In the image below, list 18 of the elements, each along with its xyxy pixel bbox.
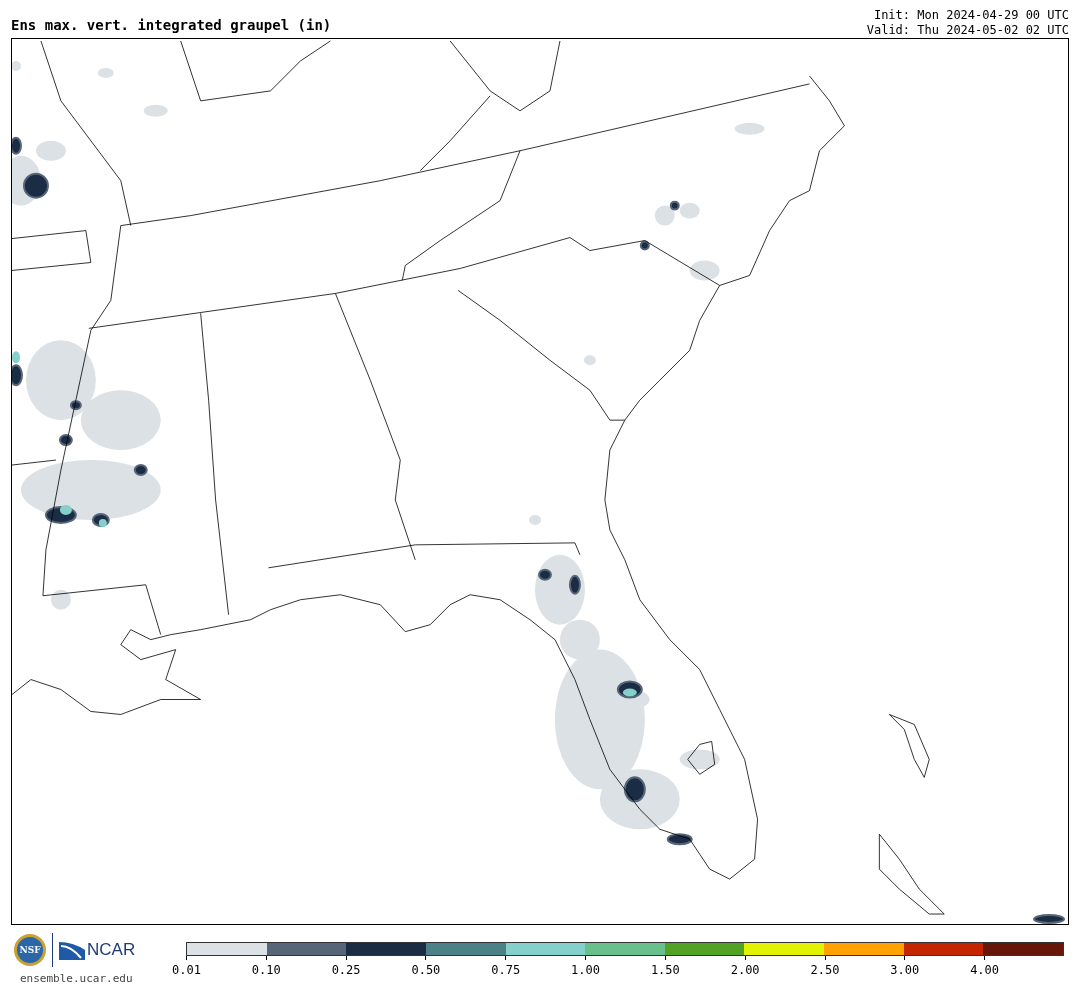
website-url: ensemble.ucar.edu xyxy=(20,972,134,985)
init-time: Init: Mon 2024-04-29 00 UTC xyxy=(872,8,1069,23)
map-title: Ens max. vert. integrated graupel (in) xyxy=(11,17,332,35)
nsf-logo: NSF xyxy=(14,934,46,966)
tick-label: 1.50 xyxy=(650,963,680,977)
tick-label: 0.01 xyxy=(172,963,201,977)
tick-label: 3.00 xyxy=(890,963,920,977)
valid-time: Valid: Thu 2024-05-02 02 UTC xyxy=(866,23,1069,38)
tick-label: 4.00 xyxy=(970,963,1000,977)
swoosh-icon xyxy=(59,940,85,960)
tick-label: 1.00 xyxy=(571,963,600,977)
tick-label: 0.10 xyxy=(251,963,281,977)
tick-label: 2.00 xyxy=(730,963,760,977)
tick-label: 2.50 xyxy=(810,963,840,977)
tick-label: 0.25 xyxy=(331,963,361,977)
tick-label: 0.75 xyxy=(491,963,521,977)
ncar-logo: NCAR xyxy=(87,940,136,960)
tick-label: 0.50 xyxy=(411,963,441,977)
